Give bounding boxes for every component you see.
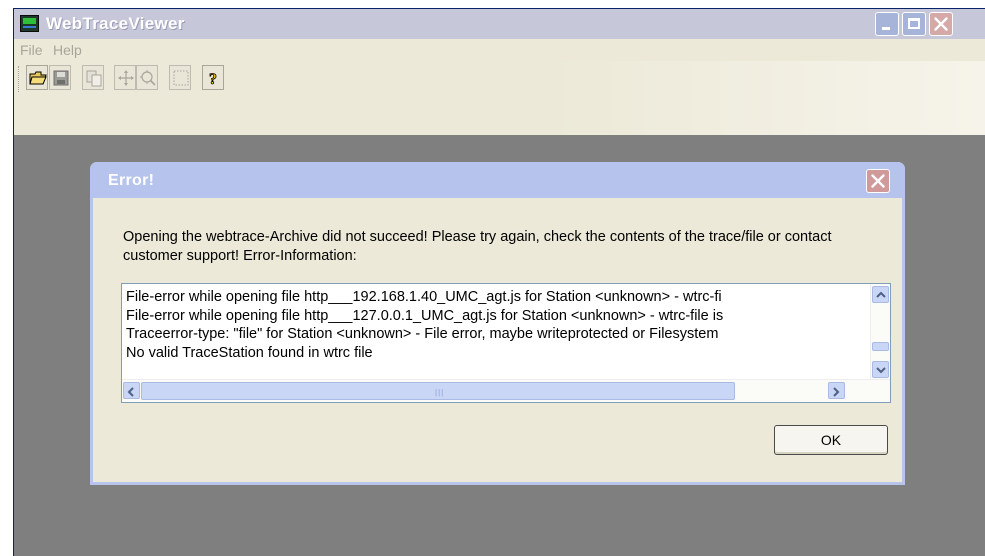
copy-button[interactable]: [82, 65, 104, 90]
minimize-button[interactable]: [875, 12, 899, 36]
horizontal-scroll-thumb[interactable]: |||: [141, 382, 735, 400]
svg-text:?: ?: [209, 71, 217, 87]
chevron-right-icon: [833, 387, 840, 397]
log-line: No valid TraceStation found in wtrc file: [126, 344, 373, 361]
help-icon: ?: [209, 71, 218, 87]
help-button[interactable]: ?: [202, 65, 224, 90]
error-message: Opening the webtrace-Archive did not suc…: [123, 229, 832, 264]
close-icon: [871, 174, 885, 188]
select-rectangle-button[interactable]: [169, 65, 191, 90]
close-icon: [934, 17, 948, 31]
menu-file[interactable]: File: [20, 42, 43, 58]
app-icon: [20, 15, 39, 32]
maximize-button[interactable]: [902, 12, 926, 36]
log-line: File-error while opening file http___192…: [126, 289, 722, 305]
toolbar-grip[interactable]: [18, 66, 22, 92]
ok-button[interactable]: OK: [774, 425, 888, 455]
scroll-thumb-grip: |||: [435, 388, 445, 397]
window-title: WebTraceViewer: [46, 14, 185, 33]
maximize-icon: [908, 18, 920, 29]
minimize-icon: [882, 27, 890, 30]
scroll-up-button[interactable]: [872, 286, 889, 303]
scroll-left-button[interactable]: [123, 382, 140, 399]
save-icon: [53, 70, 69, 86]
save-button[interactable]: [49, 65, 71, 90]
error-dialog: Error! Opening the webtrace-Archive did …: [90, 162, 905, 485]
zoom-button[interactable]: [136, 65, 158, 90]
pan-button[interactable]: [114, 65, 136, 90]
dialog-title: Error!: [108, 172, 155, 189]
error-log-lines: File-error while opening file http___192…: [126, 288, 860, 362]
menu-help[interactable]: Help: [53, 42, 82, 58]
dialog-close-button[interactable]: [866, 169, 890, 193]
log-line: Traceerror-type: "file" for Station <unk…: [126, 326, 719, 342]
vertical-scrollbar[interactable]: [870, 284, 890, 380]
close-button[interactable]: [929, 12, 953, 36]
select-rectangle-icon: [173, 70, 189, 86]
window-titlebar[interactable]: WebTraceViewer: [14, 9, 985, 39]
zoom-icon: [140, 70, 156, 86]
menu-bar: File Help: [14, 39, 985, 61]
vertical-scroll-thumb[interactable]: [872, 342, 889, 351]
scroll-down-button[interactable]: [872, 361, 889, 378]
chevron-down-icon: [876, 367, 886, 374]
open-button[interactable]: [26, 65, 48, 90]
chevron-left-icon: [127, 387, 134, 397]
pan-icon: [118, 70, 134, 86]
horizontal-scrollbar[interactable]: |||: [122, 379, 890, 402]
open-folder-icon: [29, 71, 47, 85]
scroll-right-button[interactable]: [828, 382, 845, 399]
toolbar: ?: [14, 61, 985, 136]
error-log-textbox[interactable]: File-error while opening file http___192…: [121, 283, 891, 403]
log-line: File-error while opening file http___127…: [126, 307, 724, 324]
chevron-up-icon: [876, 291, 886, 298]
copy-icon: [86, 70, 102, 87]
dialog-titlebar[interactable]: Error!: [90, 162, 905, 198]
